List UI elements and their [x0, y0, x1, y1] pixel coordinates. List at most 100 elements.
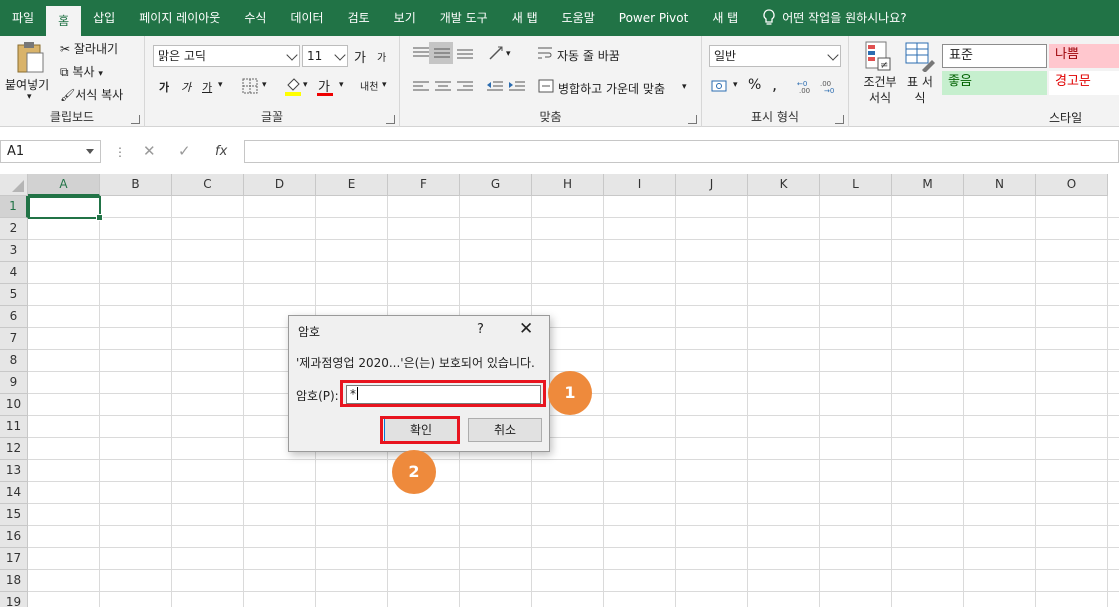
- shrink-font-button[interactable]: 가: [377, 49, 386, 64]
- column-header-b[interactable]: B: [100, 174, 172, 196]
- font-launcher-icon[interactable]: [386, 115, 395, 124]
- row-header-4[interactable]: 4: [0, 262, 28, 284]
- column-header-g[interactable]: G: [460, 174, 532, 196]
- column-header-e[interactable]: E: [316, 174, 388, 196]
- style-good[interactable]: 좋음: [942, 71, 1047, 95]
- increase-decimal-icon[interactable]: ←0.00: [796, 78, 816, 94]
- tab-power-pivot[interactable]: Power Pivot: [607, 0, 701, 36]
- tab-formulas[interactable]: 수식: [232, 0, 278, 36]
- paste-icon[interactable]: [15, 40, 45, 74]
- tab-page-layout[interactable]: 페이지 레이아웃: [127, 0, 232, 36]
- row-header-15[interactable]: 15: [0, 504, 28, 526]
- conditional-format-icon[interactable]: ≠: [864, 40, 892, 72]
- confirm-entry-icon[interactable]: ✓: [178, 142, 191, 160]
- align-left-icon[interactable]: [412, 80, 430, 94]
- borders-icon[interactable]: [242, 78, 258, 94]
- cancel-button[interactable]: 취소: [468, 418, 542, 442]
- cancel-entry-icon[interactable]: ✕: [143, 142, 156, 160]
- tell-me-box[interactable]: 어떤 작업을 원하시나요?: [750, 0, 918, 36]
- column-header-i[interactable]: I: [604, 174, 676, 196]
- clipboard-launcher-icon[interactable]: [131, 115, 140, 124]
- row-header-11[interactable]: 11: [0, 416, 28, 438]
- format-as-table-button[interactable]: 표 서식: [902, 74, 938, 106]
- row-header-6[interactable]: 6: [0, 306, 28, 328]
- style-bad[interactable]: 나쁨: [1049, 44, 1119, 68]
- column-header-o[interactable]: O: [1036, 174, 1108, 196]
- tab-file[interactable]: 파일: [0, 0, 46, 36]
- insert-function-icon[interactable]: fx: [215, 144, 227, 159]
- formula-input[interactable]: [244, 140, 1119, 163]
- align-top-icon[interactable]: [412, 46, 430, 60]
- wrap-text-icon[interactable]: [537, 45, 553, 61]
- column-header-a[interactable]: A: [28, 174, 100, 196]
- row-header-10[interactable]: 10: [0, 394, 28, 416]
- style-warning[interactable]: 경고문: [1049, 71, 1119, 95]
- name-box[interactable]: A1: [0, 140, 101, 163]
- align-center-icon[interactable]: [434, 80, 452, 94]
- column-header-k[interactable]: K: [748, 174, 820, 196]
- cut-button[interactable]: ✂ 잘라내기: [60, 40, 118, 57]
- number-launcher-icon[interactable]: [835, 115, 844, 124]
- borders-dropdown-caret[interactable]: ▾: [262, 80, 267, 90]
- style-normal[interactable]: 표준: [942, 44, 1047, 68]
- merge-center-button[interactable]: 병합하고 가운데 맞춤: [558, 80, 665, 97]
- fill-color-dropdown-caret[interactable]: ▾: [303, 80, 308, 90]
- accounting-dropdown-caret[interactable]: ▾: [733, 80, 738, 90]
- column-header-f[interactable]: F: [388, 174, 460, 196]
- increase-indent-icon[interactable]: [508, 80, 526, 94]
- row-header-16[interactable]: 16: [0, 526, 28, 548]
- decrease-indent-icon[interactable]: [486, 80, 504, 94]
- row-header-17[interactable]: 17: [0, 548, 28, 570]
- font-size-combo[interactable]: 11: [302, 45, 348, 67]
- phonetic-button[interactable]: 내천: [360, 78, 378, 93]
- row-header-2[interactable]: 2: [0, 218, 28, 240]
- row-header-1[interactable]: 1: [0, 196, 28, 218]
- align-bottom-icon[interactable]: [456, 46, 474, 60]
- orientation-dropdown-caret[interactable]: ▾: [506, 49, 511, 59]
- tab-developer[interactable]: 개발 도구: [428, 0, 500, 36]
- align-right-icon[interactable]: [456, 80, 474, 94]
- bold-button[interactable]: 가: [159, 79, 169, 95]
- paste-button[interactable]: 붙여넣기: [5, 76, 49, 93]
- column-header-n[interactable]: N: [964, 174, 1036, 196]
- font-color-dropdown-caret[interactable]: ▾: [339, 80, 344, 90]
- help-icon[interactable]: ?: [477, 322, 484, 337]
- row-header-18[interactable]: 18: [0, 570, 28, 592]
- column-header-m[interactable]: M: [892, 174, 964, 196]
- active-cell-a1[interactable]: [28, 196, 103, 221]
- fill-color-icon[interactable]: [284, 76, 302, 96]
- tab-help[interactable]: 도움말: [550, 0, 607, 36]
- row-header-8[interactable]: 8: [0, 350, 28, 372]
- tab-review[interactable]: 검토: [336, 0, 382, 36]
- orientation-icon[interactable]: [488, 45, 506, 61]
- tab-home[interactable]: 홈: [46, 6, 82, 36]
- percent-style-button[interactable]: %: [748, 77, 761, 93]
- column-header-l[interactable]: L: [820, 174, 892, 196]
- alignment-launcher-icon[interactable]: [688, 115, 697, 124]
- select-all-corner[interactable]: [0, 174, 28, 196]
- tab-new-tab-2[interactable]: 새 탭: [700, 0, 750, 36]
- phonetic-dropdown-caret[interactable]: ▾: [382, 80, 387, 90]
- wrap-text-button[interactable]: 자동 줄 바꿈: [557, 47, 620, 64]
- conditional-format-button[interactable]: 조건부 서식: [858, 74, 902, 106]
- merge-center-dropdown-caret[interactable]: ▾: [682, 82, 687, 92]
- tab-data[interactable]: 데이터: [278, 0, 335, 36]
- copy-button[interactable]: ⧉ 복사 ▾: [60, 63, 103, 80]
- paste-dropdown-caret[interactable]: ▾: [27, 92, 32, 102]
- column-header-j[interactable]: J: [676, 174, 748, 196]
- close-icon[interactable]: ✕: [519, 319, 533, 339]
- underline-button[interactable]: 가: [202, 79, 212, 95]
- tab-view[interactable]: 보기: [382, 0, 428, 36]
- italic-button[interactable]: 가: [181, 79, 191, 95]
- column-header-d[interactable]: D: [244, 174, 316, 196]
- row-header-13[interactable]: 13: [0, 460, 28, 482]
- comma-style-button[interactable]: ,: [772, 75, 777, 94]
- underline-dropdown-caret[interactable]: ▾: [218, 80, 223, 90]
- column-header-c[interactable]: C: [172, 174, 244, 196]
- align-middle-icon[interactable]: [433, 46, 451, 60]
- number-format-combo[interactable]: 일반: [709, 45, 841, 67]
- font-name-combo[interactable]: 맑은 고딕: [153, 45, 300, 67]
- grow-font-button[interactable]: 가: [354, 47, 366, 66]
- tab-new-tab-1[interactable]: 새 탭: [500, 0, 550, 36]
- row-header-3[interactable]: 3: [0, 240, 28, 262]
